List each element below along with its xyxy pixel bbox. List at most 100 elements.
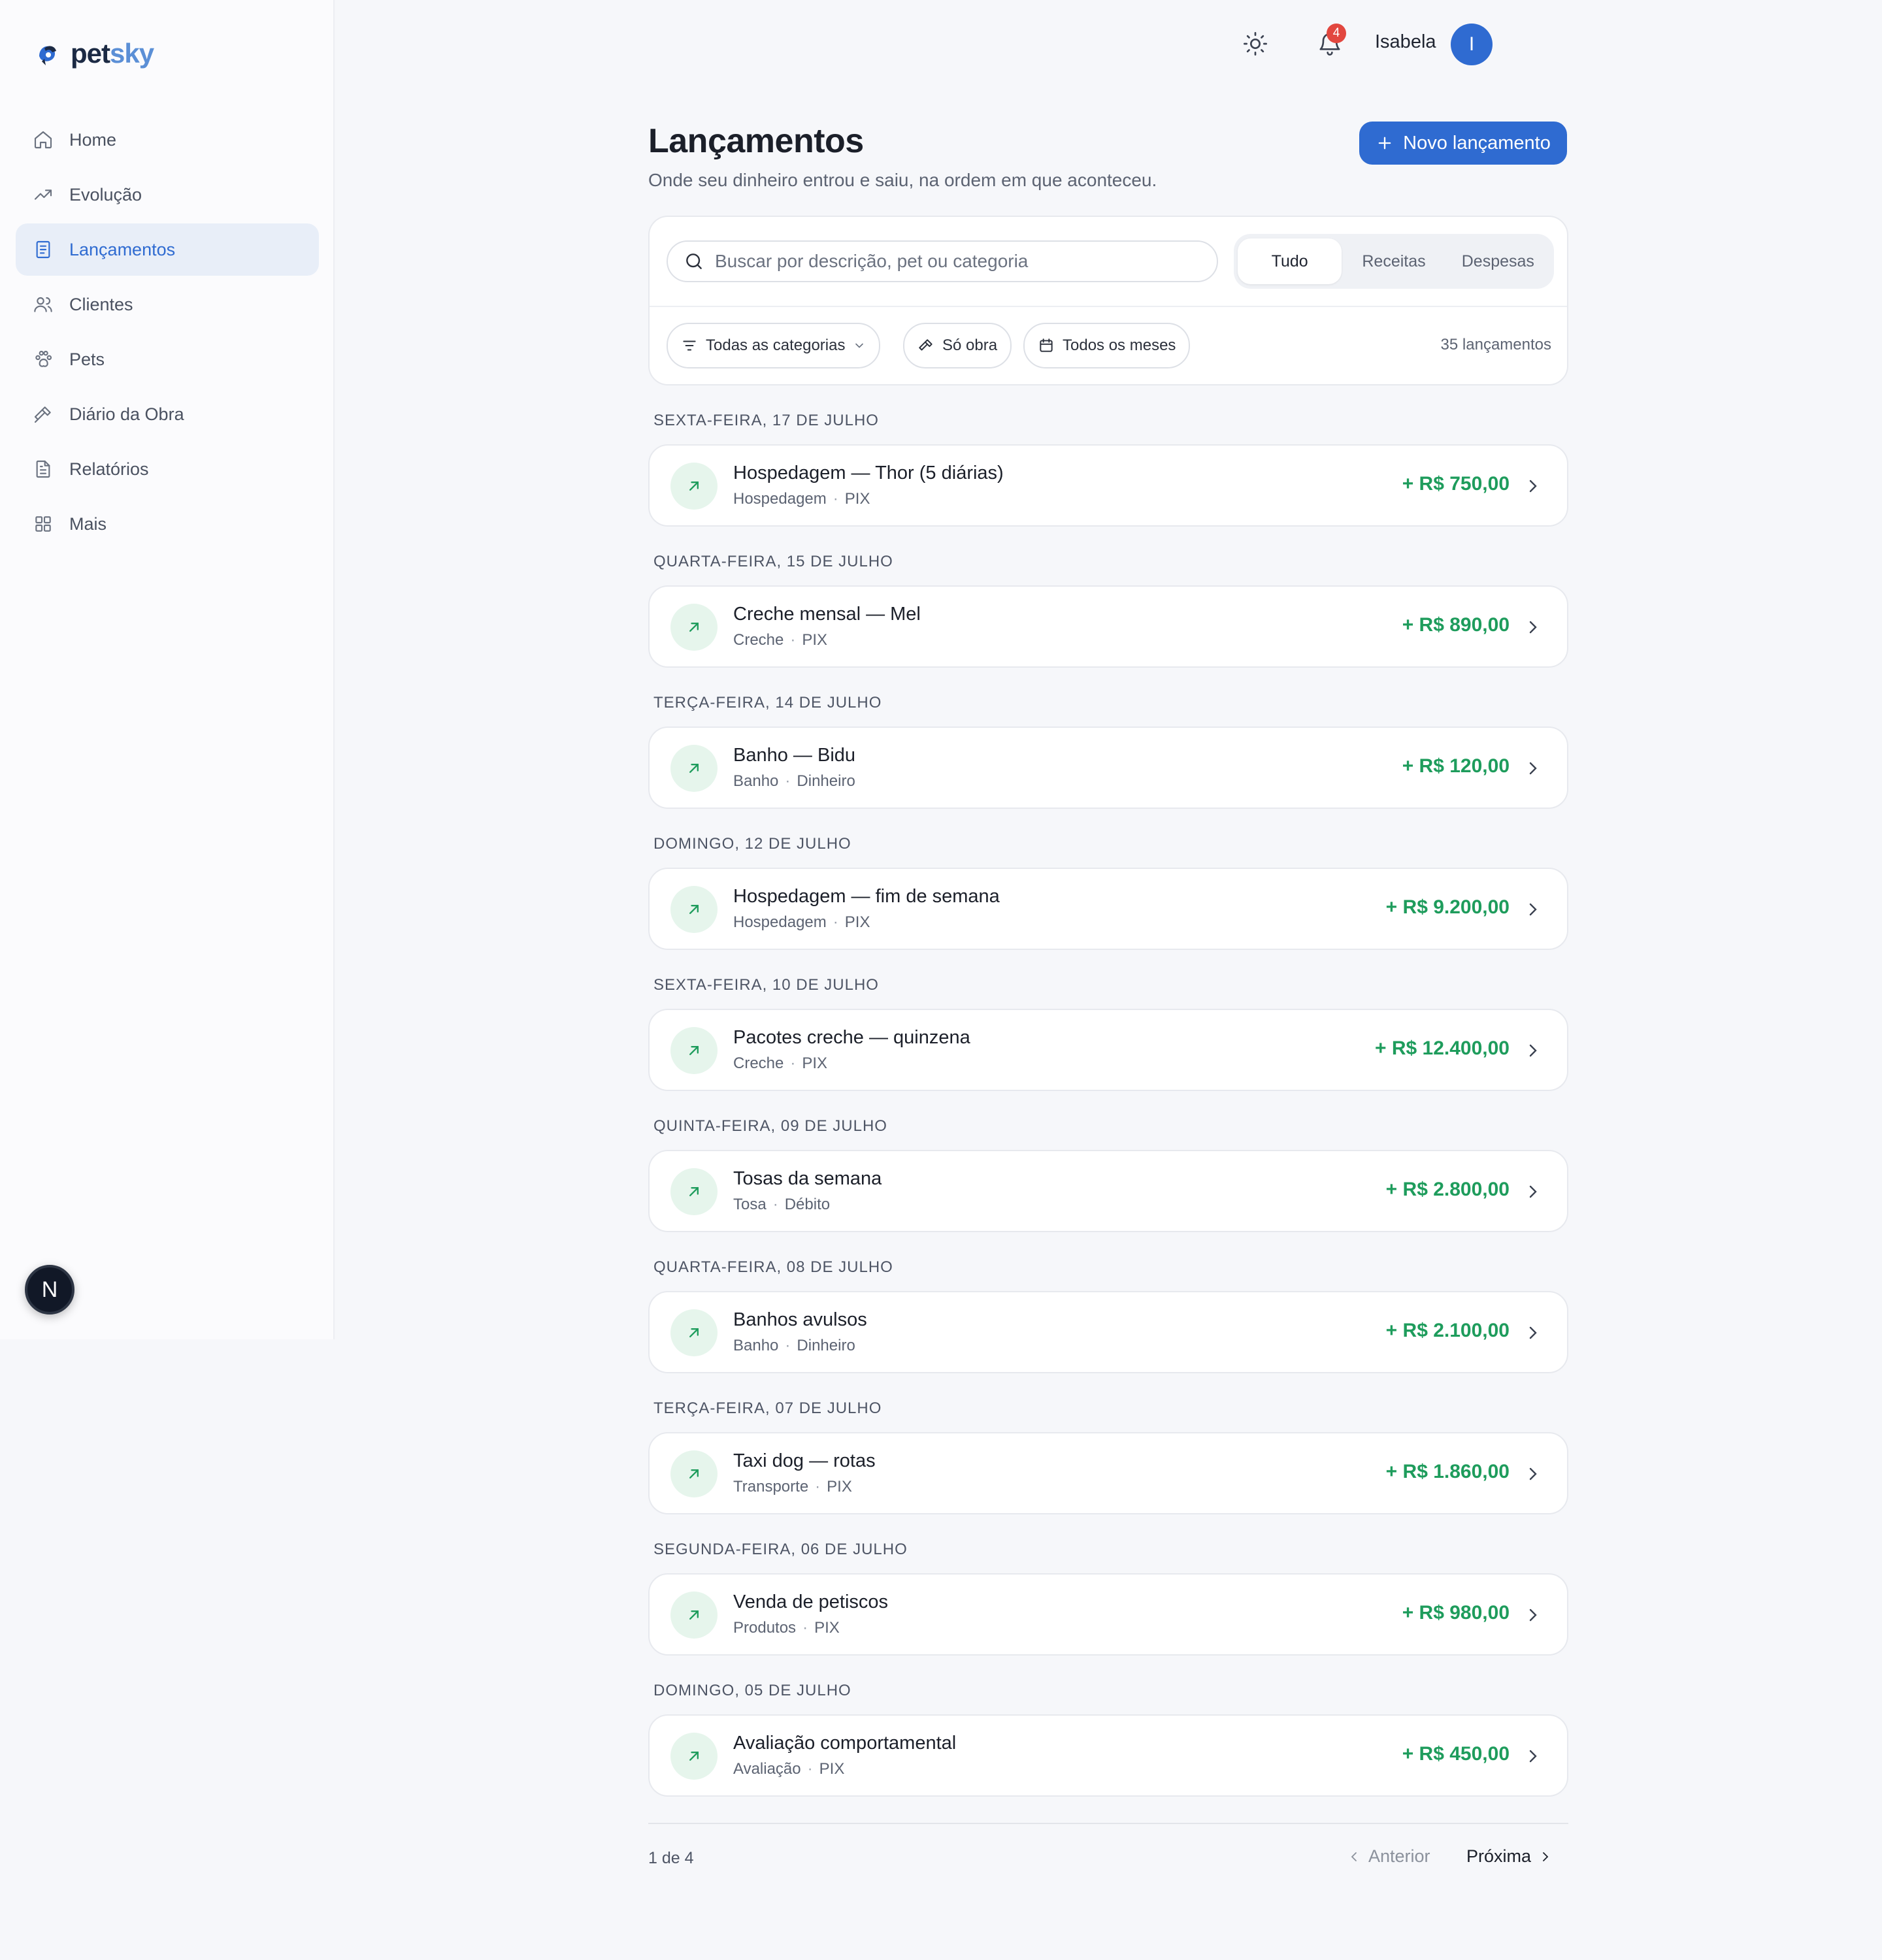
entry-row[interactable]: Hospedagem — Thor (5 diárias) Hospedagem…	[648, 444, 1568, 527]
obra-filter-label: Só obra	[942, 336, 998, 354]
entry-amount: + R$ 1.860,00	[1385, 1461, 1510, 1482]
trending-up-icon	[33, 184, 54, 205]
sidebar: petsky Home Evolução Lançamentos Cliente…	[0, 0, 335, 1339]
meta-separator: ·	[815, 1478, 821, 1495]
file-text-icon	[33, 459, 54, 480]
search-input[interactable]: Buscar por descrição, pet ou categoria	[667, 240, 1218, 282]
entry-row[interactable]: Creche mensal — Mel Creche · PIX + R$ 890,…	[648, 585, 1568, 668]
sidebar-item-lancamentos[interactable]: Lançamentos	[16, 223, 319, 276]
entry-payment-method: Dinheiro	[797, 772, 855, 790]
avatar[interactable]: I	[1451, 24, 1493, 65]
entry-title: Pacotes creche — quinzena	[733, 1027, 970, 1048]
tab-receitas[interactable]: Receitas	[1342, 238, 1445, 284]
entry-title: Hospedagem — Thor (5 diárias)	[733, 463, 1004, 483]
income-arrow-icon	[670, 886, 718, 933]
income-arrow-icon	[670, 745, 718, 792]
entry-category: Hospedagem	[733, 913, 827, 931]
date-group-label: SEGUNDA-FEIRA, 06 DE JULHO	[653, 1541, 908, 1558]
entry-payment-method: PIX	[819, 1760, 845, 1778]
chevron-right-icon	[1523, 1746, 1544, 1767]
entry-row[interactable]: Avaliação comportamental Avaliação · PIX +…	[648, 1714, 1568, 1797]
previous-page-button[interactable]: Anterior	[1346, 1846, 1430, 1867]
entry-payment-method: PIX	[802, 1054, 828, 1072]
sidebar-item-relatorios[interactable]: Relatórios	[16, 443, 319, 495]
brand-name: petsky	[71, 38, 154, 69]
hammer-icon	[917, 337, 934, 354]
page-indicator: 1 de 4	[648, 1849, 694, 1867]
entry-payment-method: PIX	[844, 490, 870, 508]
meta-separator: ·	[790, 1054, 796, 1072]
entry-meta: Creche · PIX	[733, 631, 827, 649]
sidebar-item-diario-obra[interactable]: Diário da Obra	[16, 388, 319, 440]
date-group-label: TERÇA-FEIRA, 14 DE JULHO	[653, 694, 882, 711]
sidebar-item-mais[interactable]: Mais	[16, 498, 319, 550]
theme-toggle-button[interactable]	[1239, 27, 1272, 60]
month-filter-chip[interactable]: Todos os meses	[1023, 323, 1191, 368]
income-arrow-icon	[670, 604, 718, 651]
search-placeholder: Buscar por descrição, pet ou categoria	[715, 251, 1029, 271]
sidebar-item-evolucao[interactable]: Evolução	[16, 169, 319, 221]
entry-title: Venda de petiscos	[733, 1592, 889, 1612]
logo-mark-icon	[33, 39, 61, 68]
meta-separator: ·	[802, 1619, 808, 1637]
sidebar-item-label: Mais	[69, 514, 107, 534]
tab-despesas[interactable]: Despesas	[1446, 238, 1550, 284]
category-filter-dropdown[interactable]: Todas as categorias	[667, 323, 881, 368]
entry-row[interactable]: Banhos avulsos Banho · Dinheiro + R$ 2.100…	[648, 1291, 1568, 1373]
entry-title: Banhos avulsos	[733, 1309, 867, 1330]
sidebar-item-pets[interactable]: Pets	[16, 333, 319, 385]
brand-logo[interactable]: petsky	[33, 38, 154, 69]
entry-meta: Creche · PIX	[733, 1054, 827, 1073]
entry-row[interactable]: Venda de petiscos Produtos · PIX + R$ 980,…	[648, 1573, 1568, 1656]
entry-category: Tosa	[733, 1196, 767, 1213]
dev-tools-badge[interactable]: N	[25, 1265, 74, 1315]
filter-icon	[681, 337, 698, 354]
entry-amount: + R$ 2.100,00	[1385, 1320, 1510, 1341]
chevron-down-icon	[853, 339, 866, 352]
notification-count-badge: 4	[1327, 24, 1346, 43]
chevron-right-icon	[1523, 899, 1544, 920]
new-entry-button[interactable]: Novo lançamento	[1359, 122, 1567, 165]
chevron-right-icon	[1523, 1181, 1544, 1202]
calendar-icon	[1038, 337, 1055, 354]
income-arrow-icon	[670, 1168, 718, 1215]
entry-row[interactable]: Banho — Bidu Banho · Dinheiro + R$ 120,00	[648, 727, 1568, 809]
entry-row[interactable]: Taxi dog — rotas Transporte · PIX + R$ 1.8…	[648, 1432, 1568, 1514]
entry-category: Transporte	[733, 1478, 809, 1495]
sidebar-item-label: Pets	[69, 349, 105, 369]
page-title: Lançamentos	[648, 122, 864, 160]
paw-icon	[33, 349, 54, 370]
sidebar-item-label: Home	[69, 129, 117, 150]
sidebar-item-clientes[interactable]: Clientes	[16, 278, 319, 331]
entry-category: Creche	[733, 631, 784, 649]
entry-row[interactable]: Pacotes creche — quinzena Creche · PIX + R…	[648, 1009, 1568, 1091]
entry-payment-method: PIX	[814, 1619, 840, 1637]
chevron-right-icon	[1538, 1849, 1553, 1865]
sidebar-item-home[interactable]: Home	[16, 114, 319, 166]
entry-category: Produtos	[733, 1619, 797, 1637]
type-segmented-control: Tudo Receitas Despesas	[1234, 234, 1554, 289]
next-page-button[interactable]: Próxima	[1466, 1846, 1553, 1867]
entry-title: Avaliação comportamental	[733, 1733, 957, 1754]
sidebar-item-label: Relatórios	[69, 459, 149, 479]
chevron-right-icon	[1523, 758, 1544, 779]
tab-tudo[interactable]: Tudo	[1238, 238, 1342, 284]
entry-payment-method: Débito	[784, 1196, 831, 1213]
user-name[interactable]: Isabela	[1375, 31, 1436, 53]
entry-row[interactable]: Tosas da semana Tosa · Débito + R$ 2.800,0…	[648, 1150, 1568, 1232]
meta-separator: ·	[833, 490, 838, 508]
entry-row[interactable]: Hospedagem — fim de semana Hospedagem · PI…	[648, 868, 1568, 950]
meta-separator: ·	[790, 631, 796, 649]
entry-amount: + R$ 890,00	[1402, 614, 1510, 636]
income-arrow-icon	[670, 1450, 718, 1497]
entry-title: Taxi dog — rotas	[733, 1450, 876, 1471]
chevron-right-icon	[1523, 1040, 1544, 1061]
chevron-right-icon	[1523, 1605, 1544, 1625]
filter-card: Buscar por descrição, pet ou categoria T…	[648, 216, 1568, 385]
entry-payment-method: PIX	[802, 631, 828, 649]
sun-icon	[1242, 31, 1268, 57]
entry-meta: Avaliação · PIX	[733, 1760, 844, 1778]
obra-filter-chip[interactable]: Só obra	[903, 323, 1012, 368]
home-icon	[33, 129, 54, 150]
income-arrow-icon	[670, 1733, 718, 1780]
